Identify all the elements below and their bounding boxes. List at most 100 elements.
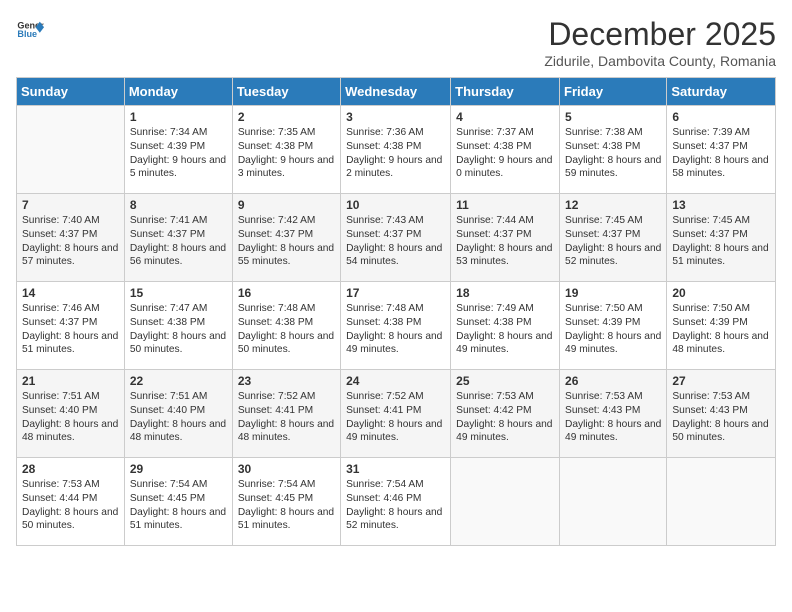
day-cell: 16 Sunrise: 7:48 AM Sunset: 4:38 PM Dayl… (232, 282, 340, 370)
day-cell: 13 Sunrise: 7:45 AM Sunset: 4:37 PM Dayl… (667, 194, 776, 282)
week-row-4: 21 Sunrise: 7:51 AM Sunset: 4:40 PM Dayl… (17, 370, 776, 458)
day-number: 16 (238, 286, 335, 300)
day-number: 13 (672, 198, 770, 212)
day-info: Sunrise: 7:41 AM Sunset: 4:37 PM Dayligh… (130, 214, 227, 269)
day-info: Sunrise: 7:42 AM Sunset: 4:37 PM Dayligh… (238, 214, 335, 269)
header-tuesday: Tuesday (232, 78, 340, 106)
day-number: 12 (565, 198, 661, 212)
day-number: 3 (346, 110, 445, 124)
day-cell: 22 Sunrise: 7:51 AM Sunset: 4:40 PM Dayl… (124, 370, 232, 458)
day-number: 10 (346, 198, 445, 212)
day-number: 19 (565, 286, 661, 300)
day-info: Sunrise: 7:54 AM Sunset: 4:45 PM Dayligh… (238, 478, 335, 533)
day-number: 6 (672, 110, 770, 124)
day-info: Sunrise: 7:51 AM Sunset: 4:40 PM Dayligh… (130, 390, 227, 445)
day-cell: 10 Sunrise: 7:43 AM Sunset: 4:37 PM Dayl… (341, 194, 451, 282)
header-row: SundayMondayTuesdayWednesdayThursdayFrid… (17, 78, 776, 106)
day-info: Sunrise: 7:52 AM Sunset: 4:41 PM Dayligh… (346, 390, 445, 445)
day-cell (667, 458, 776, 546)
day-cell: 15 Sunrise: 7:47 AM Sunset: 4:38 PM Dayl… (124, 282, 232, 370)
day-cell: 8 Sunrise: 7:41 AM Sunset: 4:37 PM Dayli… (124, 194, 232, 282)
day-cell: 9 Sunrise: 7:42 AM Sunset: 4:37 PM Dayli… (232, 194, 340, 282)
logo-icon: General Blue (16, 16, 44, 44)
day-cell: 31 Sunrise: 7:54 AM Sunset: 4:46 PM Dayl… (341, 458, 451, 546)
day-number: 24 (346, 374, 445, 388)
day-number: 2 (238, 110, 335, 124)
day-number: 11 (456, 198, 554, 212)
day-number: 8 (130, 198, 227, 212)
day-cell: 23 Sunrise: 7:52 AM Sunset: 4:41 PM Dayl… (232, 370, 340, 458)
logo: General Blue (16, 16, 44, 44)
day-number: 14 (22, 286, 119, 300)
day-info: Sunrise: 7:53 AM Sunset: 4:43 PM Dayligh… (672, 390, 770, 445)
day-number: 22 (130, 374, 227, 388)
week-row-1: 1 Sunrise: 7:34 AM Sunset: 4:39 PM Dayli… (17, 106, 776, 194)
day-cell: 26 Sunrise: 7:53 AM Sunset: 4:43 PM Dayl… (560, 370, 667, 458)
day-info: Sunrise: 7:53 AM Sunset: 4:44 PM Dayligh… (22, 478, 119, 533)
day-info: Sunrise: 7:38 AM Sunset: 4:38 PM Dayligh… (565, 126, 661, 181)
day-info: Sunrise: 7:49 AM Sunset: 4:38 PM Dayligh… (456, 302, 554, 357)
day-info: Sunrise: 7:48 AM Sunset: 4:38 PM Dayligh… (346, 302, 445, 357)
day-number: 18 (456, 286, 554, 300)
day-cell: 2 Sunrise: 7:35 AM Sunset: 4:38 PM Dayli… (232, 106, 340, 194)
header-wednesday: Wednesday (341, 78, 451, 106)
day-cell: 28 Sunrise: 7:53 AM Sunset: 4:44 PM Dayl… (17, 458, 125, 546)
day-cell (451, 458, 560, 546)
header-sunday: Sunday (17, 78, 125, 106)
day-cell: 3 Sunrise: 7:36 AM Sunset: 4:38 PM Dayli… (341, 106, 451, 194)
day-cell: 12 Sunrise: 7:45 AM Sunset: 4:37 PM Dayl… (560, 194, 667, 282)
day-number: 9 (238, 198, 335, 212)
day-number: 21 (22, 374, 119, 388)
day-cell: 14 Sunrise: 7:46 AM Sunset: 4:37 PM Dayl… (17, 282, 125, 370)
day-cell: 1 Sunrise: 7:34 AM Sunset: 4:39 PM Dayli… (124, 106, 232, 194)
day-info: Sunrise: 7:34 AM Sunset: 4:39 PM Dayligh… (130, 126, 227, 181)
day-cell: 24 Sunrise: 7:52 AM Sunset: 4:41 PM Dayl… (341, 370, 451, 458)
day-number: 26 (565, 374, 661, 388)
header-thursday: Thursday (451, 78, 560, 106)
day-cell: 4 Sunrise: 7:37 AM Sunset: 4:38 PM Dayli… (451, 106, 560, 194)
day-number: 7 (22, 198, 119, 212)
day-info: Sunrise: 7:47 AM Sunset: 4:38 PM Dayligh… (130, 302, 227, 357)
day-cell: 21 Sunrise: 7:51 AM Sunset: 4:40 PM Dayl… (17, 370, 125, 458)
svg-text:Blue: Blue (17, 29, 37, 39)
day-info: Sunrise: 7:39 AM Sunset: 4:37 PM Dayligh… (672, 126, 770, 181)
week-row-3: 14 Sunrise: 7:46 AM Sunset: 4:37 PM Dayl… (17, 282, 776, 370)
day-number: 27 (672, 374, 770, 388)
day-number: 1 (130, 110, 227, 124)
day-number: 15 (130, 286, 227, 300)
day-info: Sunrise: 7:40 AM Sunset: 4:37 PM Dayligh… (22, 214, 119, 269)
day-info: Sunrise: 7:45 AM Sunset: 4:37 PM Dayligh… (672, 214, 770, 269)
calendar-table: SundayMondayTuesdayWednesdayThursdayFrid… (16, 77, 776, 546)
day-number: 31 (346, 462, 445, 476)
day-info: Sunrise: 7:35 AM Sunset: 4:38 PM Dayligh… (238, 126, 335, 181)
day-info: Sunrise: 7:36 AM Sunset: 4:38 PM Dayligh… (346, 126, 445, 181)
day-cell: 17 Sunrise: 7:48 AM Sunset: 4:38 PM Dayl… (341, 282, 451, 370)
day-info: Sunrise: 7:44 AM Sunset: 4:37 PM Dayligh… (456, 214, 554, 269)
day-cell: 27 Sunrise: 7:53 AM Sunset: 4:43 PM Dayl… (667, 370, 776, 458)
day-info: Sunrise: 7:52 AM Sunset: 4:41 PM Dayligh… (238, 390, 335, 445)
day-cell: 19 Sunrise: 7:50 AM Sunset: 4:39 PM Dayl… (560, 282, 667, 370)
header-saturday: Saturday (667, 78, 776, 106)
day-info: Sunrise: 7:51 AM Sunset: 4:40 PM Dayligh… (22, 390, 119, 445)
day-cell: 20 Sunrise: 7:50 AM Sunset: 4:39 PM Dayl… (667, 282, 776, 370)
day-info: Sunrise: 7:43 AM Sunset: 4:37 PM Dayligh… (346, 214, 445, 269)
day-number: 23 (238, 374, 335, 388)
day-cell (17, 106, 125, 194)
day-cell (560, 458, 667, 546)
day-info: Sunrise: 7:45 AM Sunset: 4:37 PM Dayligh… (565, 214, 661, 269)
day-number: 25 (456, 374, 554, 388)
day-number: 28 (22, 462, 119, 476)
day-cell: 25 Sunrise: 7:53 AM Sunset: 4:42 PM Dayl… (451, 370, 560, 458)
day-cell: 11 Sunrise: 7:44 AM Sunset: 4:37 PM Dayl… (451, 194, 560, 282)
day-info: Sunrise: 7:50 AM Sunset: 4:39 PM Dayligh… (672, 302, 770, 357)
day-info: Sunrise: 7:54 AM Sunset: 4:45 PM Dayligh… (130, 478, 227, 533)
week-row-2: 7 Sunrise: 7:40 AM Sunset: 4:37 PM Dayli… (17, 194, 776, 282)
day-cell: 29 Sunrise: 7:54 AM Sunset: 4:45 PM Dayl… (124, 458, 232, 546)
day-number: 4 (456, 110, 554, 124)
day-info: Sunrise: 7:46 AM Sunset: 4:37 PM Dayligh… (22, 302, 119, 357)
week-row-5: 28 Sunrise: 7:53 AM Sunset: 4:44 PM Dayl… (17, 458, 776, 546)
day-cell: 7 Sunrise: 7:40 AM Sunset: 4:37 PM Dayli… (17, 194, 125, 282)
day-info: Sunrise: 7:53 AM Sunset: 4:43 PM Dayligh… (565, 390, 661, 445)
day-number: 29 (130, 462, 227, 476)
day-cell: 30 Sunrise: 7:54 AM Sunset: 4:45 PM Dayl… (232, 458, 340, 546)
